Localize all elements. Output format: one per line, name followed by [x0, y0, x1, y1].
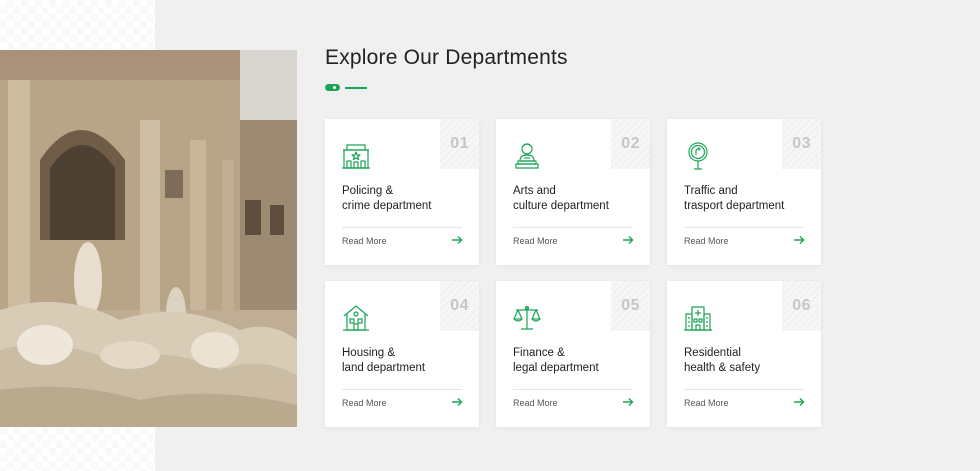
arrow-right-icon[interactable] — [793, 235, 805, 245]
read-more-link[interactable]: Read More — [513, 236, 558, 246]
hospital-icon — [683, 303, 713, 333]
arrow-right-icon[interactable] — [451, 235, 463, 245]
bust-statue-icon — [512, 141, 542, 171]
department-name-line2: trasport department — [684, 200, 785, 212]
card-number: 03 — [792, 135, 811, 152]
arrow-right-icon[interactable] — [451, 397, 463, 407]
department-name-line1: Arts and — [513, 185, 556, 197]
card-number: 04 — [450, 297, 469, 314]
department-name-line2: culture department — [513, 200, 609, 212]
card-number: 02 — [621, 135, 640, 152]
card-number: 05 — [621, 297, 640, 314]
department-name: Residential health & safety — [684, 346, 809, 376]
card-divider — [684, 227, 804, 228]
read-more-link[interactable]: Read More — [342, 398, 387, 408]
read-more-link[interactable]: Read More — [342, 236, 387, 246]
house-icon — [341, 303, 371, 333]
arrow-right-icon[interactable] — [793, 397, 805, 407]
arrow-right-icon[interactable] — [622, 235, 634, 245]
card-number-box: 06 — [782, 281, 821, 331]
card-divider — [684, 389, 804, 390]
card-divider — [513, 227, 633, 228]
card-number-box: 03 — [782, 119, 821, 169]
department-name: Policing & crime department — [342, 184, 467, 214]
title-divider — [325, 84, 369, 92]
department-card-arts[interactable]: 02 Arts and culture department Read More — [496, 119, 650, 265]
scales-icon — [512, 303, 542, 333]
divider-line — [345, 87, 367, 89]
read-more-link[interactable]: Read More — [684, 398, 729, 408]
department-name-line1: Residential — [684, 347, 741, 359]
card-divider — [513, 389, 633, 390]
card-number-box: 05 — [611, 281, 650, 331]
department-name: Finance & legal department — [513, 346, 638, 376]
police-station-icon — [341, 141, 371, 171]
fountain-photo — [0, 50, 297, 427]
arrow-right-icon[interactable] — [622, 397, 634, 407]
department-name: Housing & land department — [342, 346, 467, 376]
department-name-line2: legal department — [513, 362, 599, 374]
card-number: 06 — [792, 297, 811, 314]
department-name-line1: Housing & — [342, 347, 396, 359]
department-name: Arts and culture department — [513, 184, 638, 214]
card-number: 01 — [450, 135, 469, 152]
read-more-link[interactable]: Read More — [513, 398, 558, 408]
department-name-line2: crime department — [342, 200, 432, 212]
road-sign-icon — [683, 141, 713, 171]
section-title: Explore Our Departments — [325, 46, 568, 69]
read-more-link[interactable]: Read More — [684, 236, 729, 246]
department-name-line2: land department — [342, 362, 426, 374]
card-divider — [342, 389, 462, 390]
card-number-box: 02 — [611, 119, 650, 169]
department-name-line1: Policing & — [342, 185, 394, 197]
department-card-housing[interactable]: 04 Housing & land department Read More — [325, 281, 479, 427]
department-name-line1: Finance & — [513, 347, 565, 359]
department-card-residential[interactable]: 06 Residential health & safety Read More — [667, 281, 821, 427]
department-card-finance[interactable]: 05 Finance & legal department Read More — [496, 281, 650, 427]
divider-dot — [325, 84, 340, 91]
department-name-line2: health & safety — [684, 362, 761, 374]
department-name-line1: Traffic and — [684, 185, 738, 197]
department-name: Traffic and trasport department — [684, 184, 809, 214]
department-card-traffic[interactable]: 03 Traffic and trasport department Read … — [667, 119, 821, 265]
department-card-policing[interactable]: 01 Policing & crime department Read More — [325, 119, 479, 265]
card-number-box: 04 — [440, 281, 479, 331]
card-divider — [342, 227, 462, 228]
card-number-box: 01 — [440, 119, 479, 169]
